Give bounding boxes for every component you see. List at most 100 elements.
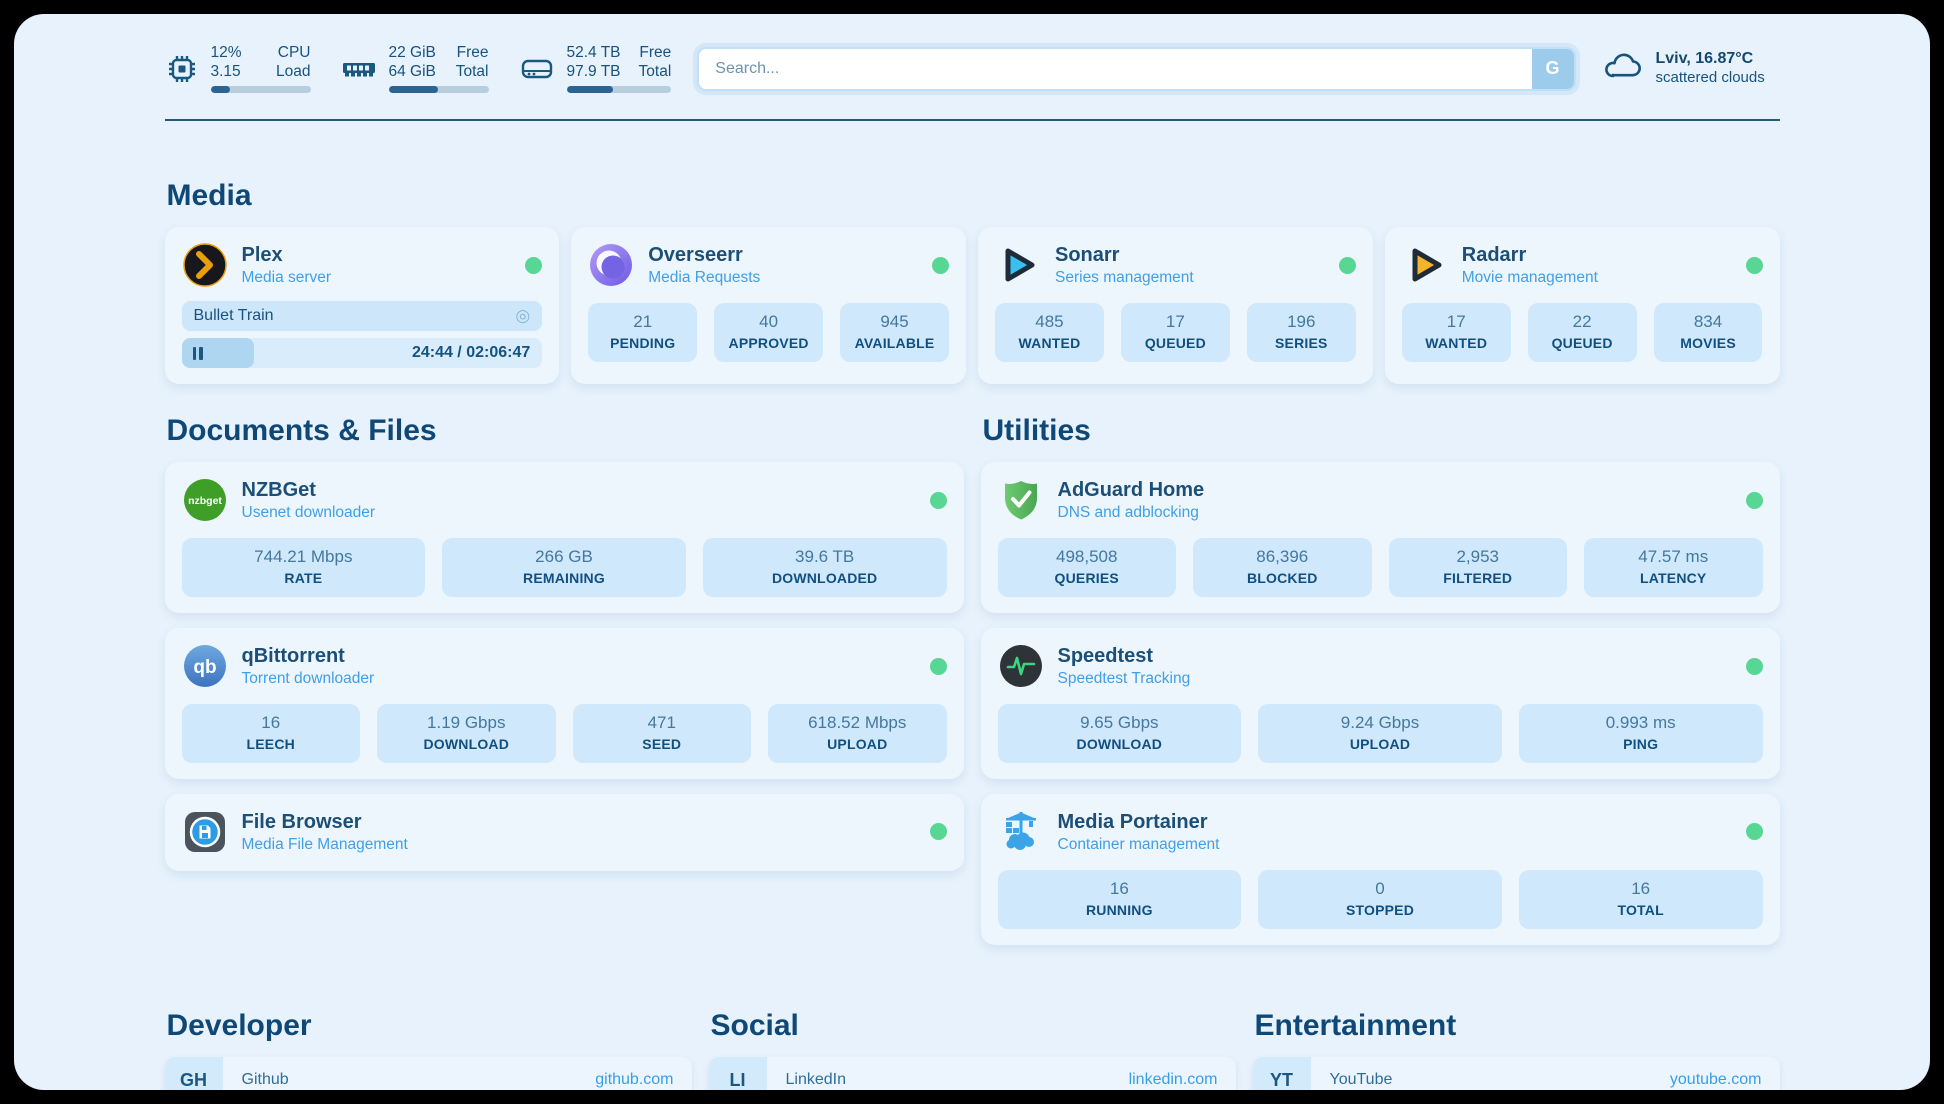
link-github[interactable]: GH Github github.com: [165, 1057, 692, 1090]
playback-progress-fill: [182, 338, 254, 368]
app-card-plex[interactable]: Plex Media server Bullet Train ◎: [165, 227, 560, 384]
app-title: File Browser: [242, 810, 408, 835]
now-playing-title: Bullet Train: [194, 307, 274, 325]
app-card-adguard[interactable]: AdGuard Home DNS and adblocking 498,508Q…: [981, 462, 1780, 613]
section-documents: Documents & Files nzbget NZBGet Usenet d…: [165, 414, 964, 944]
status-online-dot: [525, 257, 542, 274]
status-online-dot: [1746, 658, 1763, 675]
app-card-overseerr[interactable]: Overseerr Media Requests 21PENDING 40APP…: [571, 227, 966, 384]
search-engine-button[interactable]: G: [1532, 49, 1574, 89]
link-youtube[interactable]: YT YouTube youtube.com: [1253, 1057, 1780, 1090]
search-input[interactable]: [697, 47, 1575, 91]
weather-condition: scattered clouds: [1656, 69, 1765, 88]
ram-icon: [341, 52, 377, 86]
status-online-dot: [1746, 492, 1763, 509]
app-title: Speedtest: [1058, 644, 1191, 669]
app-subtitle: Speedtest Tracking: [1058, 669, 1191, 688]
app-card-portainer[interactable]: Media Portainer Container management 16R…: [981, 794, 1780, 945]
player-settings-icon[interactable]: ◎: [515, 306, 530, 326]
nzbget-icon: nzbget: [182, 477, 228, 523]
app-subtitle: Container management: [1058, 835, 1220, 854]
app-card-nzbget[interactable]: nzbget NZBGet Usenet downloader 744.21 M…: [165, 462, 964, 613]
ram-free-value: 22 GiB: [389, 44, 436, 63]
cpu-load-value: 3.15: [211, 63, 241, 82]
stat-chip: 9.24 GbpsUPLOAD: [1258, 704, 1502, 763]
app-title: Overseerr: [648, 243, 760, 268]
disk-icon: [519, 52, 555, 86]
search-bar: G: [697, 47, 1575, 91]
app-title: Plex: [242, 243, 332, 268]
cpu-progress-fill: [211, 86, 230, 93]
stat-chip: 22QUEUED: [1528, 303, 1637, 362]
weather-widget: Lviv, 16.87°C scattered clouds: [1602, 48, 1780, 89]
playback-progress-bar[interactable]: 24:44 / 02:06:47: [182, 338, 543, 368]
section-title-media: Media: [167, 179, 1780, 213]
link-url[interactable]: github.com: [595, 1071, 673, 1089]
app-card-sonarr[interactable]: Sonarr Series management 485WANTED 17QUE…: [978, 227, 1373, 384]
plex-icon: [182, 242, 228, 288]
svg-text:qb: qb: [193, 657, 216, 678]
app-subtitle: Movie management: [1462, 268, 1598, 287]
stat-chip: 485WANTED: [995, 303, 1104, 362]
stat-chip: 945AVAILABLE: [840, 303, 949, 362]
app-card-qbittorrent[interactable]: qb qBittorrent Torrent downloader 16LEEC…: [165, 628, 964, 779]
app-title: Sonarr: [1055, 243, 1194, 268]
stat-chip: 17WANTED: [1402, 303, 1511, 362]
link-name: YouTube: [1330, 1071, 1393, 1089]
stat-chip: 39.6 TBDOWNLOADED: [703, 538, 947, 597]
app-title: NZBGet: [242, 478, 376, 503]
pause-icon: [193, 347, 203, 360]
link-url[interactable]: youtube.com: [1670, 1071, 1762, 1089]
radarr-icon: [1402, 242, 1448, 288]
app-title: Media Portainer: [1058, 810, 1220, 835]
disk-stat: 52.4 TBFree 97.9 TBTotal: [519, 44, 672, 93]
cpu-value: 12%: [211, 44, 242, 63]
sonarr-icon: [995, 242, 1041, 288]
stat-chip: 9.65 GbpsDOWNLOAD: [998, 704, 1242, 763]
app-subtitle: Media File Management: [242, 835, 408, 854]
section-title-documents: Documents & Files: [167, 414, 964, 448]
status-online-dot: [932, 257, 949, 274]
app-title: qBittorrent: [242, 644, 375, 669]
ram-total-label: Total: [456, 63, 489, 82]
app-card-filebrowser[interactable]: File Browser Media File Management: [165, 794, 964, 871]
ram-free-label: Free: [457, 44, 489, 63]
app-card-speedtest[interactable]: Speedtest Speedtest Tracking 9.65 GbpsDO…: [981, 628, 1780, 779]
stat-chip: 498,508QUERIES: [998, 538, 1177, 597]
disk-free-value: 52.4 TB: [567, 44, 621, 63]
stat-chip: 16TOTAL: [1519, 870, 1763, 929]
cpu-icon: [165, 52, 199, 86]
link-url[interactable]: linkedin.com: [1129, 1071, 1218, 1089]
status-online-dot: [930, 658, 947, 675]
disk-progress-bar: [567, 86, 672, 93]
app-subtitle: Media Requests: [648, 268, 760, 287]
stat-chip: 1.19 GbpsDOWNLOAD: [377, 704, 556, 763]
link-abbr: YT: [1253, 1057, 1311, 1090]
app-subtitle: Media server: [242, 268, 332, 287]
qbittorrent-icon: qb: [182, 643, 228, 689]
stat-chip: 618.52 MbpsUPLOAD: [768, 704, 947, 763]
adguard-icon: [998, 477, 1044, 523]
status-online-dot: [930, 492, 947, 509]
filebrowser-icon: [182, 809, 228, 855]
app-subtitle: DNS and adblocking: [1058, 503, 1205, 522]
topbar-divider: [165, 119, 1780, 121]
section-title-developer: Developer: [167, 1009, 692, 1043]
cloud-icon: [1602, 48, 1644, 89]
section-utilities: Utilities: [981, 414, 1780, 944]
stat-chip: 17QUEUED: [1121, 303, 1230, 362]
link-abbr: LI: [709, 1057, 767, 1090]
cpu-stat: 12%CPU 3.15Load: [165, 44, 311, 93]
plex-now-playing: Bullet Train ◎ 24:44 / 02:06:47: [182, 301, 543, 368]
stat-chip: 16LEECH: [182, 704, 361, 763]
link-linkedin[interactable]: LI LinkedIn linkedin.com: [709, 1057, 1236, 1090]
section-social: Social LI LinkedIn linkedin.com TW Twitt…: [709, 1009, 1236, 1090]
section-entertainment: Entertainment YT YouTube youtube.com NF …: [1253, 1009, 1780, 1090]
section-title-entertainment: Entertainment: [1255, 1009, 1780, 1043]
stat-chip: 40APPROVED: [714, 303, 823, 362]
cpu-progress-bar: [211, 86, 311, 93]
speedtest-icon: [998, 643, 1044, 689]
status-online-dot: [1339, 257, 1356, 274]
app-card-radarr[interactable]: Radarr Movie management 17WANTED 22QUEUE…: [1385, 227, 1780, 384]
app-subtitle: Usenet downloader: [242, 503, 376, 522]
